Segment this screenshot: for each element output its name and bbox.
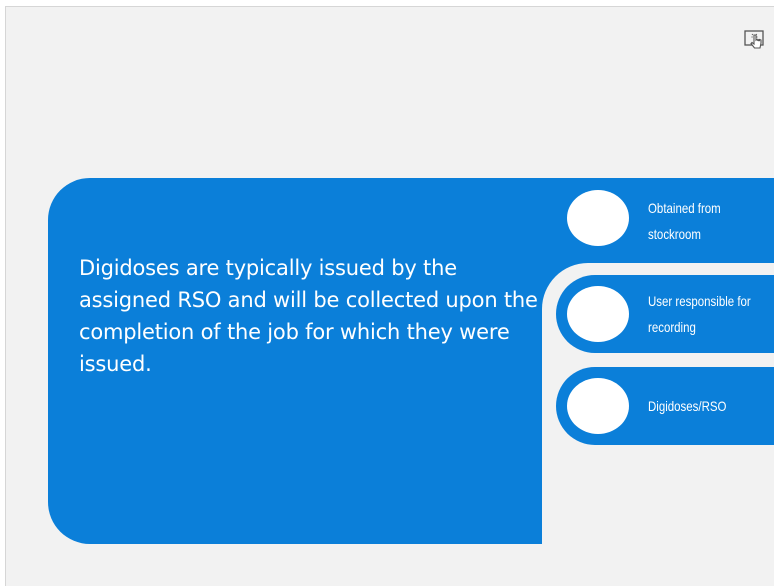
option-radio-circle[interactable] — [567, 190, 629, 246]
main-body-text: Digidoses are typically issued by the as… — [79, 256, 538, 376]
touch-interaction-icon[interactable] — [743, 27, 769, 53]
option-label: Digidoses/RSO — [648, 393, 726, 419]
option-obtained-from-stockroom[interactable]: Obtained from stockroom — [556, 179, 774, 257]
option-label-line1: Obtained from — [648, 200, 721, 216]
slide-frame: Digidoses are typically issued by the as… — [5, 6, 774, 586]
option-label: User responsible for recording — [648, 288, 751, 340]
option-digidoses-rso[interactable]: Digidoses/RSO — [556, 367, 774, 445]
option-label-line2: recording — [648, 319, 696, 335]
option-label: Obtained from stockroom — [648, 195, 721, 247]
option-radio-circle[interactable] — [567, 378, 629, 434]
option-label-line1: User responsible for — [648, 293, 751, 309]
option-label-line1: Digidoses/RSO — [648, 398, 727, 414]
option-label-line2: stockroom — [648, 226, 701, 242]
option-user-responsible[interactable]: User responsible for recording — [556, 275, 774, 353]
option-radio-circle[interactable] — [567, 286, 629, 342]
